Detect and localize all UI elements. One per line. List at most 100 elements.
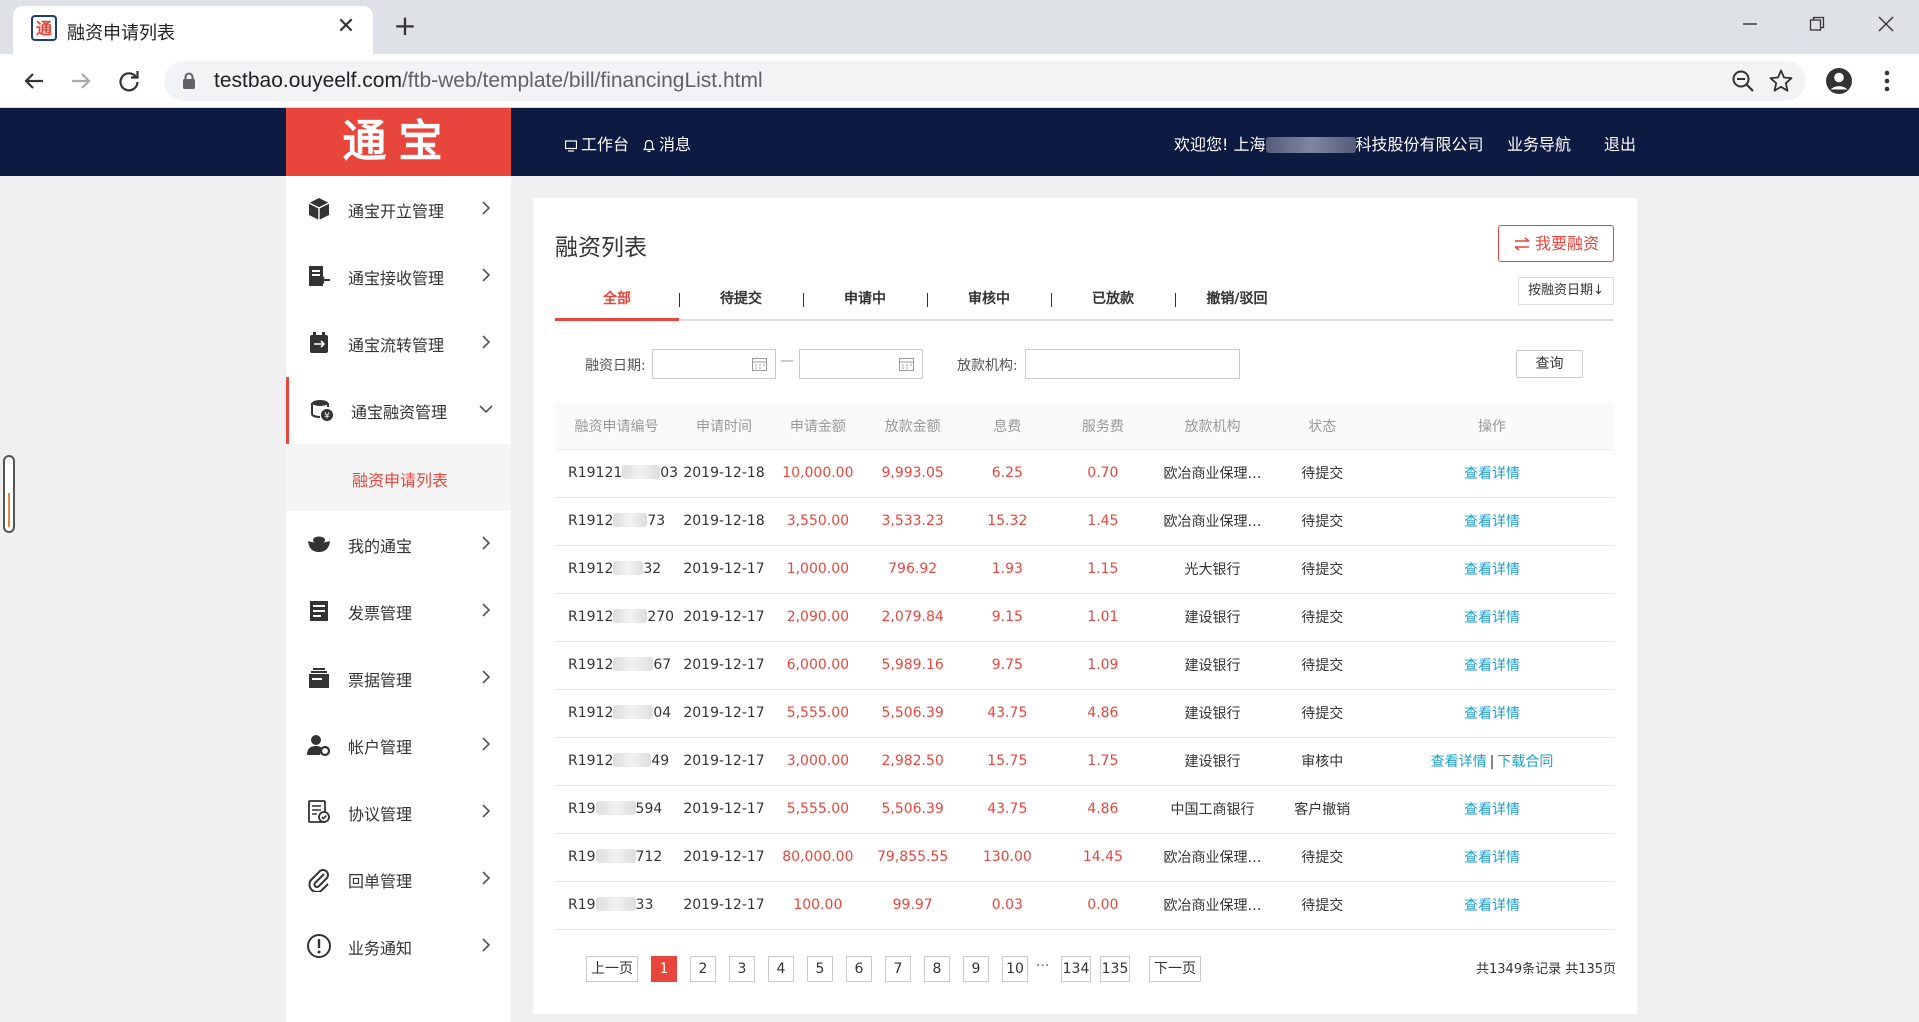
sidebar-item-my-tongbao[interactable]: 我的通宝 xyxy=(286,511,511,578)
sidebar-item-label: 帐户管理 xyxy=(348,738,413,757)
tab-cancelled-rejected[interactable]: 撤销/驳回 xyxy=(1175,284,1299,321)
application-id-prefix: R1912 xyxy=(568,705,614,721)
download-contract-link[interactable]: 下载合同 xyxy=(1497,754,1553,770)
cell-interest: 43.75 xyxy=(959,689,1056,738)
sidebar-item-bills[interactable]: 票据管理 xyxy=(286,645,511,712)
end-date-input[interactable] xyxy=(799,349,923,379)
view-details-link[interactable]: 查看详情 xyxy=(1464,706,1520,722)
cell-actions: 查看详情 xyxy=(1370,833,1614,882)
window-close-icon[interactable] xyxy=(1866,10,1906,40)
column-header: 融资申请编号 xyxy=(555,403,679,450)
cell-lender: 建设银行 xyxy=(1150,641,1275,690)
restore-icon[interactable] xyxy=(1797,10,1837,40)
view-details-link[interactable]: 查看详情 xyxy=(1464,658,1520,674)
cell-status: 待提交 xyxy=(1274,881,1371,930)
reload-icon[interactable] xyxy=(114,66,144,96)
application-id-prefix: R1912 xyxy=(568,513,614,529)
page-button[interactable]: 135 xyxy=(1100,956,1130,982)
application-id-suffix: 594 xyxy=(635,801,663,817)
logout-link[interactable]: 退出 xyxy=(1604,131,1636,155)
welcome-text: 欢迎您! 上海 科技股份有限公司 xyxy=(1174,131,1484,155)
tab-pending-submit[interactable]: 待提交 xyxy=(679,284,803,321)
page-button[interactable]: 7 xyxy=(885,956,911,982)
sidebar-item-financing[interactable]: ¥ 通宝融资管理 xyxy=(286,377,511,444)
new-tab-icon[interactable]: + xyxy=(390,12,420,42)
scroll-handle[interactable] xyxy=(3,455,15,533)
page-button[interactable]: 5 xyxy=(807,956,833,982)
business-nav-link[interactable]: 业务导航 xyxy=(1507,131,1571,155)
lender-input[interactable] xyxy=(1025,349,1240,379)
prev-page-button[interactable]: 上一页 xyxy=(586,956,638,982)
cell-lender: 建设银行 xyxy=(1150,593,1275,642)
sidebar-item-contract[interactable]: 协议管理 xyxy=(286,779,511,846)
date-range-separator: — xyxy=(780,353,794,369)
sort-by-date-button[interactable]: 按融资日期↓ xyxy=(1518,277,1614,305)
sidebar-item-transfer[interactable]: 通宝流转管理 xyxy=(286,310,511,377)
chevron-right-icon xyxy=(482,804,491,818)
sidebar-item-receipt[interactable]: 回单管理 xyxy=(286,846,511,913)
view-details-link[interactable]: 查看详情 xyxy=(1464,850,1520,866)
date-filter-label: 融资日期: xyxy=(585,358,646,374)
tab-applying[interactable]: 申请中 xyxy=(803,284,927,321)
minimize-icon[interactable] xyxy=(1730,10,1770,40)
view-details-link[interactable]: 查看详情 xyxy=(1431,754,1487,770)
page-button[interactable]: 9 xyxy=(963,956,989,982)
address-bar[interactable]: testbao.ouyeelf.com/ftb-web/template/bil… xyxy=(164,61,1806,101)
tab-reviewing[interactable]: 审核中 xyxy=(927,284,1051,321)
view-details-link[interactable]: 查看详情 xyxy=(1464,514,1520,530)
workbench-link[interactable]: 工作台 xyxy=(565,131,629,155)
page-button-current[interactable]: 1 xyxy=(651,956,677,982)
browser-menu-icon[interactable] xyxy=(1875,66,1899,96)
sidebar-item-issue[interactable]: 通宝开立管理 xyxy=(286,176,511,243)
bookmark-star-icon[interactable] xyxy=(1768,68,1794,94)
view-details-link[interactable]: 查看详情 xyxy=(1464,802,1520,818)
page-button[interactable]: 8 xyxy=(924,956,950,982)
cell-application-id: R1912 73 xyxy=(555,497,679,546)
tab-close-icon[interactable]: ✕ xyxy=(333,14,359,40)
brand-logo[interactable]: 通宝 xyxy=(286,108,511,176)
sidebar-item-receive[interactable]: 通宝接收管理 xyxy=(286,243,511,310)
tab-disbursed[interactable]: 已放款 xyxy=(1051,284,1175,321)
sidebar-item-notice[interactable]: 业务通知 xyxy=(286,913,511,980)
view-details-link[interactable]: 查看详情 xyxy=(1464,610,1520,626)
sidebar-item-label: 发票管理 xyxy=(348,604,413,623)
sidebar-subitem-financing-list[interactable]: 融资申请列表 xyxy=(286,444,511,511)
application-id-prefix: R1912 xyxy=(568,657,614,673)
table-header-row: 融资申请编号 申请时间 申请金额 放款金额 息费 服务费 放款机构 状态 操作 xyxy=(555,403,1614,450)
redacted-id-segment xyxy=(595,849,636,863)
page-button[interactable]: 3 xyxy=(729,956,755,982)
zoom-out-icon[interactable] xyxy=(1730,68,1756,94)
application-id-suffix: 03 xyxy=(660,465,679,481)
profile-avatar-icon[interactable] xyxy=(1824,66,1854,96)
forward-arrow-icon[interactable] xyxy=(66,66,96,96)
view-details-link[interactable]: 查看详情 xyxy=(1464,898,1520,914)
sidebar-item-account[interactable]: 帐户管理 xyxy=(286,712,511,779)
page-button[interactable]: 134 xyxy=(1061,956,1091,982)
view-details-link[interactable]: 查看详情 xyxy=(1464,466,1520,482)
messages-link[interactable]: 消息 xyxy=(643,131,691,155)
back-arrow-icon[interactable] xyxy=(19,66,49,96)
page-button[interactable]: 6 xyxy=(846,956,872,982)
sidebar-item-label: 通宝开立管理 xyxy=(348,202,445,221)
view-details-link[interactable]: 查看详情 xyxy=(1464,562,1520,578)
page-button[interactable]: 2 xyxy=(690,956,716,982)
tab-all[interactable]: 全部 xyxy=(555,284,679,321)
column-header: 操作 xyxy=(1370,403,1614,450)
sidebar-item-invoice[interactable]: 发票管理 xyxy=(286,578,511,645)
next-page-button[interactable]: 下一页 xyxy=(1149,956,1201,982)
invoice-icon xyxy=(310,601,328,621)
query-button[interactable]: 查询 xyxy=(1516,350,1583,378)
browser-tab[interactable]: 通 融资申请列表 ✕ xyxy=(13,6,373,54)
apply-financing-button[interactable]: 我要融资 xyxy=(1498,225,1614,262)
start-date-input[interactable] xyxy=(652,349,776,379)
page-button[interactable]: 4 xyxy=(768,956,794,982)
cell-status: 审核中 xyxy=(1274,737,1371,786)
application-id-prefix: R19 xyxy=(568,849,596,865)
cell-application-id: R1912 32 xyxy=(555,545,679,594)
cell-application-id: R1912 49 xyxy=(555,737,679,786)
redacted-id-segment xyxy=(595,801,636,815)
apply-financing-label: 我要融资 xyxy=(1534,234,1599,253)
page-button[interactable]: 10 xyxy=(1002,956,1028,982)
main-panel: 融资列表 我要融资 全部 待提交 申请中 审核中 已放款 撤销/驳回 按融资日期… xyxy=(533,198,1637,1014)
column-header: 放款金额 xyxy=(865,403,960,450)
